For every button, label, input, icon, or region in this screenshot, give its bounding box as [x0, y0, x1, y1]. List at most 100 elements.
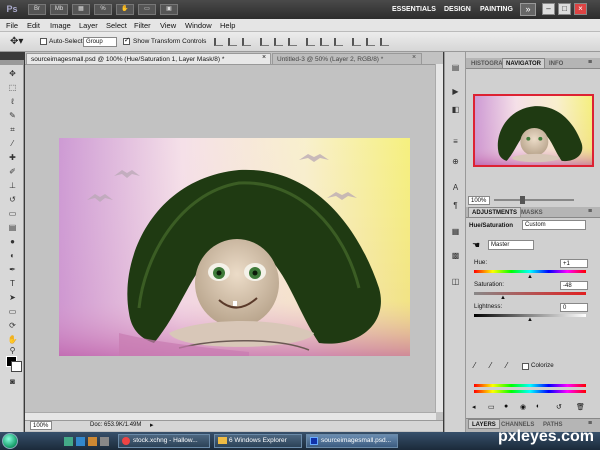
align-hcenter-icon[interactable]	[274, 38, 283, 46]
toggle-visibility-icon[interactable]: ◉	[520, 403, 526, 411]
paragraph-panel-icon[interactable]: ¶	[449, 200, 462, 211]
quick-select-tool-icon[interactable]: ✎	[6, 110, 19, 121]
auto-select-checkbox[interactable]	[40, 38, 47, 47]
tab-layers[interactable]: LAYERS	[468, 419, 500, 429]
clip-to-layer-icon[interactable]: ●	[504, 403, 508, 410]
healing-brush-tool-icon[interactable]: ✚	[6, 152, 19, 163]
task-browser[interactable]: stock.xchng - Hallow...	[118, 434, 210, 448]
quicklaunch-ie-icon[interactable]	[76, 437, 85, 446]
navigator-zoom-field[interactable]: 100%	[468, 196, 490, 205]
masks-panel-icon[interactable]: ◫	[449, 276, 462, 287]
clone-source-icon[interactable]: ⊕	[449, 156, 462, 167]
adjustments-menu-icon[interactable]: ≡	[588, 208, 592, 215]
distribute-bottom-icon[interactable]	[334, 38, 343, 46]
history-brush-tool-icon[interactable]: ↺	[6, 194, 19, 205]
path-select-tool-icon[interactable]: ➤	[6, 292, 19, 303]
tab-histogram[interactable]: HISTOGRA	[468, 59, 506, 69]
document-tab-active[interactable]: sourceimagesmall.psd @ 100% (Hue/Saturat…	[26, 53, 271, 64]
move-tool-icon[interactable]: ✥	[6, 68, 19, 79]
blur-tool-icon[interactable]: ●	[6, 236, 19, 247]
swatches-panel-icon[interactable]: ▩	[449, 250, 462, 261]
targeted-adjust-icon[interactable]: ☚	[472, 240, 480, 251]
workspace-design[interactable]: DESIGN	[444, 4, 471, 16]
align-right-icon[interactable]	[288, 38, 297, 46]
shape-tool-icon[interactable]: ▭	[6, 306, 19, 317]
lightness-value-field[interactable]: 0	[560, 303, 588, 312]
align-vcenter-icon[interactable]	[228, 38, 237, 46]
quicklaunch-media-icon[interactable]	[88, 437, 97, 446]
hand-icon[interactable]: ✋	[116, 4, 134, 15]
menu-window[interactable]: Window	[185, 20, 212, 31]
delete-adjustment-icon[interactable]: 🗑	[576, 403, 585, 411]
menu-help[interactable]: Help	[220, 20, 235, 31]
3d-rotate-tool-icon[interactable]: ⟳	[6, 320, 19, 331]
background-color-swatch[interactable]	[11, 361, 22, 372]
menu-edit[interactable]: Edit	[27, 20, 40, 31]
expand-view-icon[interactable]: ▭	[488, 403, 495, 411]
show-transform-checkbox[interactable]: ✓	[123, 37, 130, 47]
brush-presets-icon[interactable]: ≡	[449, 136, 462, 147]
start-button[interactable]	[2, 433, 18, 449]
channel-dropdown[interactable]: Master	[488, 240, 534, 250]
more-workspaces-button[interactable]: »	[520, 3, 536, 16]
quicklaunch-desktop-icon[interactable]	[64, 437, 73, 446]
preset-dropdown[interactable]: Custom	[522, 220, 586, 230]
status-menu-arrow-icon[interactable]: ▸	[150, 421, 154, 430]
zoom-field[interactable]: 100%	[30, 421, 52, 430]
distribute-hcenter-icon[interactable]	[366, 38, 375, 46]
colorize-checkbox[interactable]	[522, 363, 529, 372]
lasso-tool-icon[interactable]: ℓ	[6, 96, 19, 107]
task-photoshop[interactable]: sourceimagesmall.psd...	[306, 434, 398, 448]
character-panel-icon[interactable]: A	[449, 182, 462, 193]
actions-panel-icon[interactable]: ▶	[449, 86, 462, 97]
auto-select-dropdown[interactable]: Group	[83, 37, 117, 47]
tab-adjustments[interactable]: ADJUSTMENTS	[468, 207, 522, 217]
dodge-tool-icon[interactable]: ◐	[6, 250, 19, 261]
menu-filter[interactable]: Filter	[134, 20, 151, 31]
styles-panel-icon[interactable]: ▦	[449, 226, 462, 237]
move-tool-preset-icon[interactable]: ✥▾	[10, 36, 23, 47]
hue-slider-track[interactable]	[474, 270, 586, 273]
crop-tool-icon[interactable]: ⌗	[6, 124, 19, 135]
bridge-icon[interactable]: Br	[28, 4, 46, 15]
history-panel-icon[interactable]: ▤	[449, 62, 462, 73]
document-tab-close-icon[interactable]: ×	[262, 54, 266, 61]
saturation-slider-thumb[interactable]: ▲	[500, 295, 506, 301]
quicklaunch-misc-icon[interactable]	[100, 437, 109, 446]
clone-stamp-tool-icon[interactable]: ⊥	[6, 180, 19, 191]
menu-select[interactable]: Select	[106, 20, 127, 31]
tools-panel-header[interactable]	[0, 60, 24, 65]
maximize-button[interactable]: □	[558, 3, 571, 15]
horizontal-scrollbar[interactable]	[25, 412, 436, 420]
tab-info[interactable]: INFO	[546, 59, 566, 69]
document-tab-close-icon-2[interactable]: ×	[412, 54, 416, 61]
hue-slider-thumb[interactable]: ▲	[527, 274, 533, 280]
lightness-slider-thumb[interactable]: ▲	[527, 317, 533, 323]
pen-tool-icon[interactable]: ✒	[6, 264, 19, 275]
navigator-menu-icon[interactable]: ≡	[588, 59, 592, 66]
quick-mask-icon[interactable]: ◙	[6, 376, 19, 387]
view-extras-icon[interactable]: ▦	[72, 4, 90, 15]
eyedropper-icon[interactable]: ⁄	[474, 361, 475, 370]
gradient-tool-icon[interactable]: ▤	[6, 222, 19, 233]
vertical-scrollbar[interactable]	[435, 64, 443, 412]
align-top-icon[interactable]	[214, 38, 223, 46]
distribute-top-icon[interactable]	[306, 38, 315, 46]
saturation-slider-track[interactable]	[474, 292, 586, 295]
distribute-left-icon[interactable]	[352, 38, 361, 46]
task-explorer[interactable]: 6 Windows Explorer	[214, 434, 302, 448]
menu-file[interactable]: File	[6, 20, 18, 31]
color-panel-icon[interactable]: ◧	[449, 104, 462, 115]
canvas-image[interactable]	[59, 138, 410, 356]
eyedropper-add-icon[interactable]: ⁄	[490, 361, 491, 370]
navigator-thumbnail[interactable]	[473, 94, 594, 167]
reset-icon[interactable]: ↺	[556, 403, 562, 411]
navigator-zoom-thumb[interactable]	[520, 196, 525, 204]
tab-masks[interactable]: MASKS	[518, 208, 546, 218]
eraser-tool-icon[interactable]: ▭	[6, 208, 19, 219]
align-bottom-icon[interactable]	[242, 38, 251, 46]
saturation-value-field[interactable]: -48	[560, 281, 588, 290]
close-button[interactable]: ×	[574, 3, 587, 15]
menu-image[interactable]: Image	[50, 20, 71, 31]
mini-bridge-icon[interactable]: Mb	[50, 4, 68, 15]
